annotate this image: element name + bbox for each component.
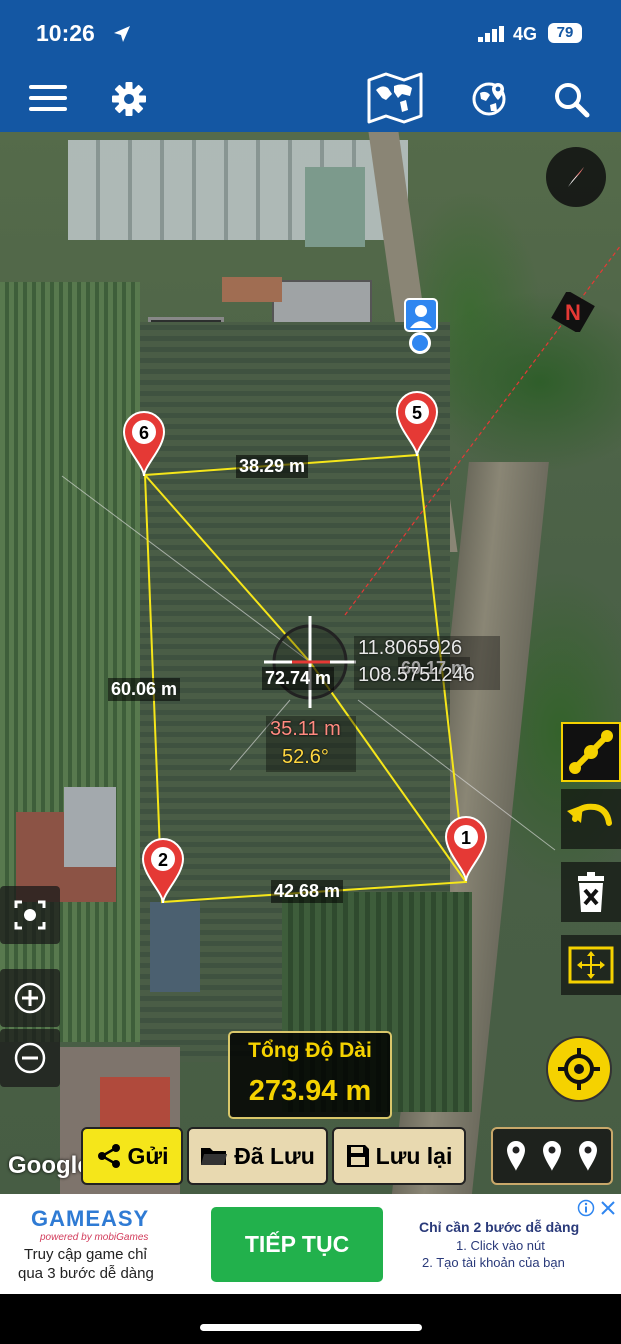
polyline-icon — [569, 730, 613, 774]
ad-banner[interactable]: GAMEASY powered by mobiGames Truy cập ga… — [0, 1194, 621, 1294]
saved-label: Đã Lưu — [234, 1142, 315, 1169]
folder-icon — [201, 1148, 228, 1165]
home-indicator-area — [0, 1294, 621, 1344]
ad-powered-by: powered by mobiGames — [40, 1232, 149, 1243]
svg-text:5: 5 — [412, 403, 422, 423]
fit-bounds-button[interactable] — [561, 935, 621, 995]
expand-arrows-icon — [568, 946, 614, 984]
ad-tagline-2: qua 3 bước dễ dàng — [18, 1265, 154, 1282]
cursor-angle: 52.6° — [282, 746, 329, 768]
edge-label-bottom: 42.68 m — [271, 880, 344, 903]
measure-line-tool-button[interactable] — [561, 722, 621, 782]
status-time: 10:26 — [36, 20, 95, 46]
svg-text:2: 2 — [158, 850, 168, 870]
signal-bars-icon — [478, 26, 504, 42]
cursor-latitude: 11.8065926 — [358, 637, 463, 659]
edge-label-top: 38.29 m — [236, 455, 309, 478]
ad-brand: GAMEASY — [31, 1206, 150, 1231]
marker-list-button[interactable] — [491, 1127, 613, 1185]
ad-right-step2: 2. Tạo tài khoản của bạn — [422, 1255, 565, 1270]
ad-cta-label: TIẾP TỤC — [244, 1231, 350, 1257]
my-location-button[interactable] — [546, 1036, 612, 1102]
send-label: Gửi — [127, 1142, 169, 1169]
ad-cta-button[interactable]: TIẾP TỤC — [211, 1207, 383, 1282]
status-bar: 10:26 4G 79 — [0, 0, 621, 64]
undo-icon — [567, 803, 612, 826]
saved-button[interactable]: Đã Lưu — [187, 1127, 328, 1185]
globe-pin-icon[interactable] — [472, 81, 508, 117]
send-button[interactable]: Gửi — [81, 1127, 183, 1185]
marker-pin-1[interactable]: 1 — [438, 815, 494, 885]
diagonal-label: 72.74 m — [262, 667, 335, 690]
ad-right-title: Chỉ cần 2 bước dễ dàng — [419, 1219, 580, 1235]
google-attribution: Google — [8, 1152, 91, 1179]
plus-circle-icon — [14, 982, 46, 1014]
total-length-panel: Tổng Độ Dài 273.94 m — [228, 1031, 392, 1119]
screenshot-button[interactable] — [0, 886, 60, 944]
edge-label-left: 60.06 m — [108, 678, 181, 701]
svg-text:N: N — [565, 300, 581, 325]
total-length-value: 273.94 m — [248, 1075, 372, 1107]
focus-frame-icon — [14, 900, 46, 930]
ad-right-step1: 1. Click vào nút — [456, 1238, 545, 1253]
app-bar — [0, 64, 621, 132]
compass-icon[interactable] — [546, 147, 606, 207]
svg-text:6: 6 — [139, 423, 149, 443]
total-length-label: Tổng Độ Dài — [248, 1039, 372, 1062]
delete-button[interactable] — [561, 862, 621, 922]
ad-close-icon[interactable] — [599, 1199, 617, 1217]
marker-pin-2[interactable]: 2 — [135, 837, 191, 907]
user-avatar-icon[interactable] — [404, 298, 438, 332]
hamburger-menu-icon[interactable] — [29, 84, 67, 112]
minus-circle-icon — [14, 1042, 46, 1074]
world-map-icon[interactable] — [366, 72, 424, 124]
gear-icon[interactable] — [112, 82, 146, 116]
marker-pin-6[interactable]: 6 — [116, 410, 172, 480]
home-indicator[interactable] — [200, 1324, 422, 1331]
save-button[interactable]: Lưu lại — [332, 1127, 466, 1185]
zoom-in-button[interactable] — [0, 969, 60, 1027]
battery-level: 79 — [548, 23, 582, 43]
undo-button[interactable] — [561, 789, 621, 849]
map-pins-icon — [507, 1141, 597, 1171]
cursor-longitude: 108.5751246 — [358, 664, 475, 686]
satellite-map[interactable]: 1 2 5 6 38.29 m 60.06 m 60.17 m 42.68 m … — [0, 132, 621, 1194]
ad-info-icon[interactable] — [577, 1199, 595, 1217]
location-arrow-icon — [114, 26, 130, 42]
floppy-disk-icon — [346, 1145, 369, 1167]
marker-pin-5[interactable]: 5 — [389, 390, 445, 460]
svg-text:1: 1 — [461, 828, 471, 848]
north-indicator-icon: N — [550, 290, 596, 334]
zoom-out-button[interactable] — [0, 1029, 60, 1087]
cursor-distance: 35.11 m — [270, 718, 341, 740]
current-location-dot — [409, 332, 431, 354]
target-icon — [558, 1048, 600, 1090]
trash-icon — [578, 872, 604, 912]
ad-tagline-1: Truy cập game chỉ — [24, 1246, 147, 1263]
network-type: 4G — [513, 24, 538, 44]
save-label: Lưu lại — [375, 1142, 453, 1169]
share-icon — [97, 1144, 120, 1168]
search-icon[interactable] — [554, 82, 590, 118]
